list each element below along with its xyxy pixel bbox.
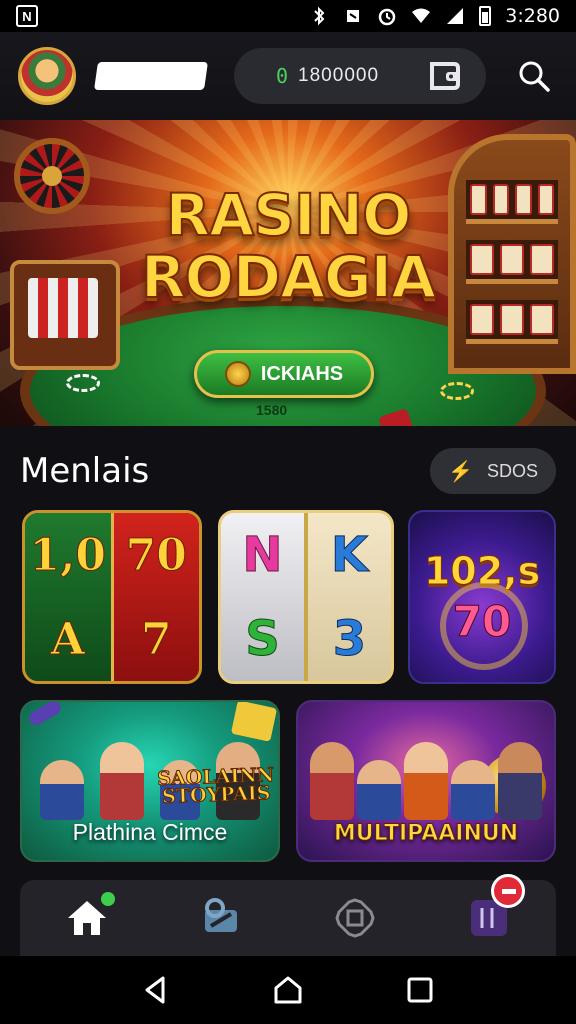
reel-symbol: 1,0 <box>29 529 107 581</box>
reel-symbol: 70 <box>125 529 187 581</box>
bottom-navigation <box>20 874 556 956</box>
reel-symbol: A <box>50 613 85 665</box>
slot-reel: 1,0 A <box>25 513 114 681</box>
status-bar: N 3:280 <box>0 0 576 32</box>
reel-symbol: K <box>330 527 369 584</box>
reel-symbol: 7 <box>140 613 172 665</box>
hero-banner[interactable]: RASINO RODAGIA ICKIAHS 1580 <box>0 120 576 426</box>
signal-icon <box>447 8 464 24</box>
tile-badge-text: SAOLAINN STOYPAIS <box>156 763 275 808</box>
app-header: INDANSIA 0 1800000 <box>0 32 576 120</box>
game-tile-slot-classic[interactable]: 1,0 A 70 7 <box>22 510 202 684</box>
bluetooth-icon <box>314 6 325 26</box>
game-tile-platinum[interactable]: SAOLAINN STOYPAIS Plathina Cimce <box>20 700 280 862</box>
tile-label: MULTIPAAINUN <box>333 821 519 847</box>
filter-label: SDOS <box>486 460 538 481</box>
section-title: Menlais <box>20 451 150 491</box>
system-navigation-bar <box>0 956 576 1024</box>
balance-amount: 1800000 <box>298 65 380 86</box>
game-tile-jackpot[interactable]: 102,s 70 <box>408 510 556 684</box>
game-tile-slot-letters[interactable]: N S K 3 <box>218 510 394 684</box>
brand-logo[interactable]: INDANSIA <box>94 62 208 90</box>
hero-title: RASINO RODAGIA <box>0 181 576 311</box>
status-time: 3:280 <box>505 5 560 27</box>
chip-icon <box>66 374 100 392</box>
tile-label: Plathina Cimce <box>72 819 228 845</box>
avatar[interactable] <box>18 47 76 105</box>
lightning-icon: ⚡ <box>448 460 473 483</box>
game-tile-multiplayer[interactable]: MULTIPAAINUN <box>296 700 556 862</box>
filter-button[interactable]: ⚡ SDOS <box>430 448 556 494</box>
nfc-icon <box>347 10 360 22</box>
back-icon[interactable] <box>141 975 171 1005</box>
coin-icon <box>224 361 251 387</box>
hero-title-line2: RODAGIA <box>140 243 437 311</box>
balance-display[interactable]: 0 1800000 <box>234 48 486 104</box>
notification-icon: N <box>16 5 38 27</box>
nav-profile[interactable] <box>459 874 525 948</box>
status-icons: 3:280 <box>309 5 560 27</box>
notification-badge <box>491 874 525 908</box>
home-button-icon[interactable] <box>273 975 303 1005</box>
hero-cta-button[interactable]: ICKIAHS <box>194 350 374 398</box>
wifi-icon <box>412 8 431 23</box>
games-icon <box>335 898 375 938</box>
hero-title-line1: RASINO <box>165 181 413 249</box>
players-illustration <box>308 730 544 820</box>
nav-home[interactable] <box>57 888 117 948</box>
app-screen: N 3:280 INDANSIA 0 1800000 RASINO RODAGI… <box>0 0 576 1024</box>
chip-icon <box>440 382 474 400</box>
recents-icon[interactable] <box>405 975 435 1005</box>
promo-icon <box>205 898 237 932</box>
slot-reel: 70 7 <box>113 513 199 681</box>
slot-reel: N S <box>221 513 308 681</box>
search-icon[interactable] <box>516 58 552 94</box>
gavel-icon <box>26 702 64 728</box>
notification-dot <box>101 892 115 906</box>
alarm-icon <box>378 8 396 26</box>
ring-decoration <box>440 582 528 670</box>
reel-symbol: 3 <box>332 611 367 668</box>
hero-cta-label: ICKIAHS <box>260 362 344 385</box>
nav-promotions[interactable] <box>191 888 251 948</box>
nav-games[interactable] <box>325 888 385 948</box>
games-section-header: Menlais ⚡ SDOS <box>20 446 556 496</box>
balance-prefix: 0 <box>276 64 289 88</box>
slot-reel: K 3 <box>308 513 391 681</box>
wallet-icon[interactable] <box>424 56 464 96</box>
reel-symbol: S <box>245 611 281 668</box>
table-text: 1580 <box>256 402 288 418</box>
reel-symbol: N <box>242 527 283 584</box>
battery-icon <box>479 6 492 26</box>
